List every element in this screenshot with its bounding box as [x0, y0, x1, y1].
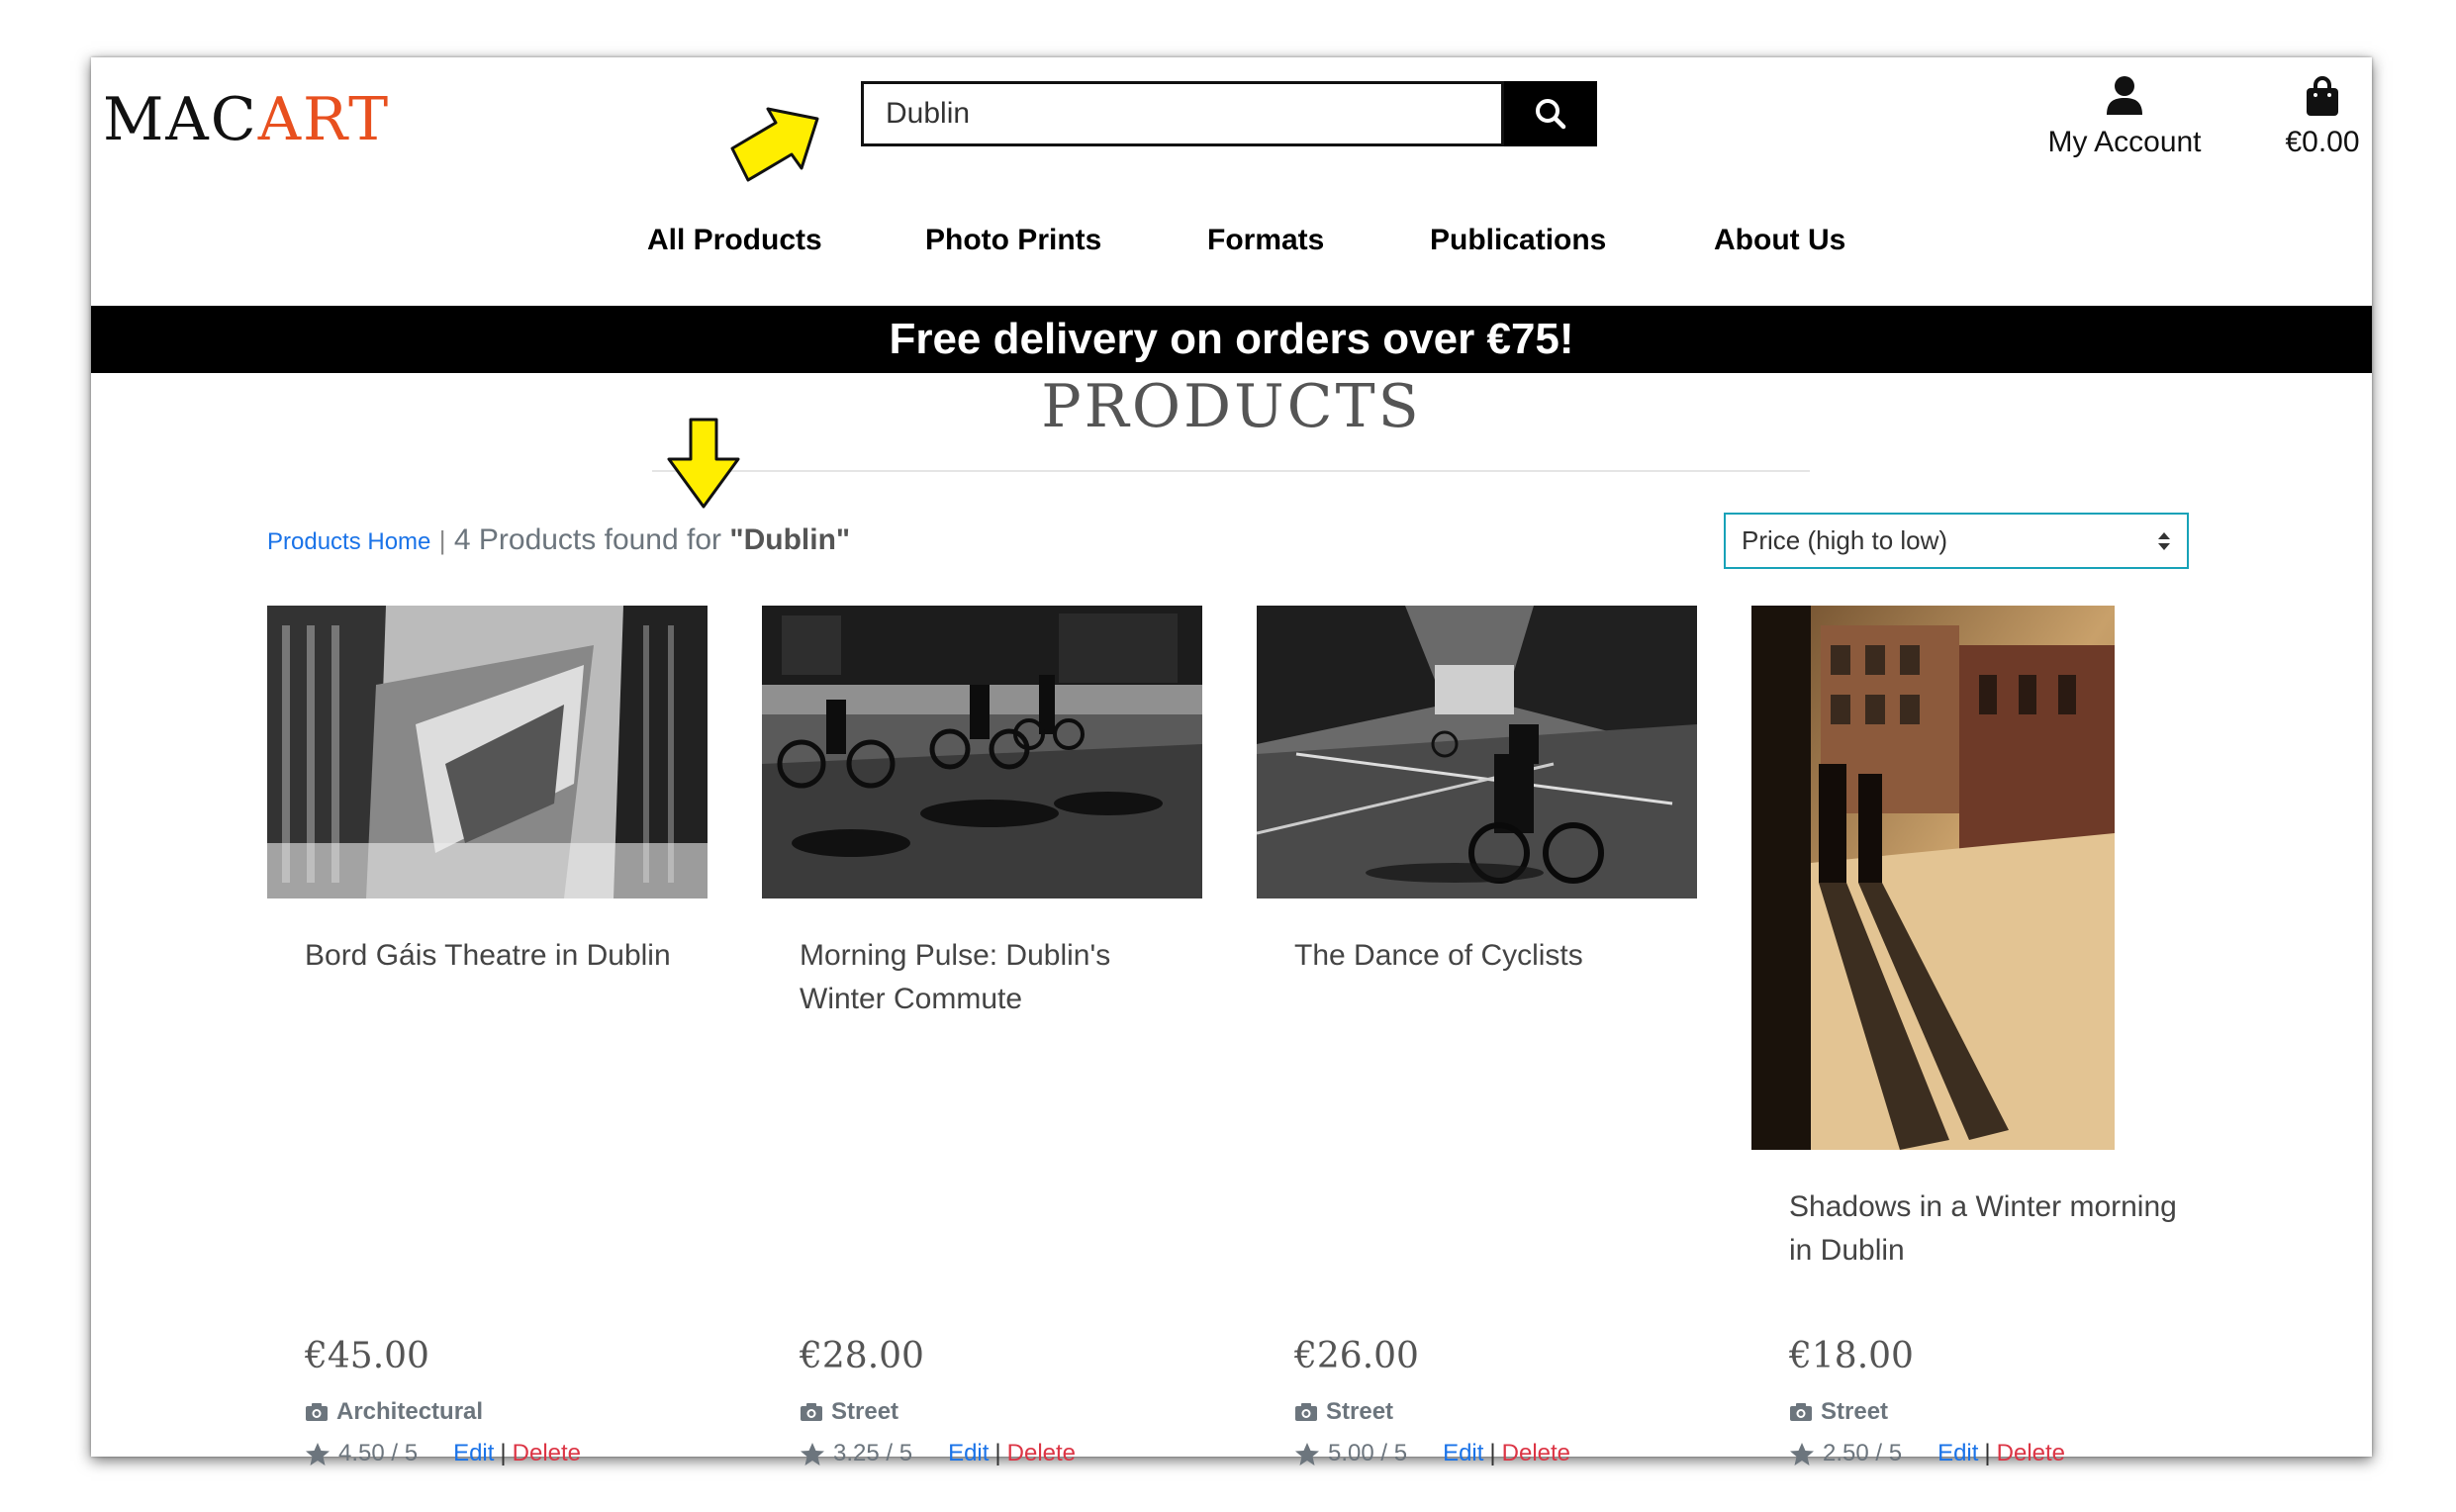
- product-rating: 3.25 / 5: [833, 1440, 913, 1466]
- action-separator: |: [994, 1440, 1001, 1466]
- sort-selected-value: Price (high to low): [1742, 525, 1948, 555]
- logo-text-art: ART: [257, 85, 391, 154]
- product-image-art: [267, 606, 708, 898]
- product-price: €28.00: [800, 1336, 924, 1376]
- product-name[interactable]: Morning Pulse: Dublin's Winter Commute: [800, 934, 1195, 1021]
- shopping-bag-link[interactable]: €0.00: [2268, 75, 2377, 159]
- nav-all-products[interactable]: All Products: [647, 224, 822, 257]
- product-category[interactable]: Street: [1789, 1398, 1888, 1426]
- product-price: €45.00: [305, 1336, 429, 1376]
- product-category[interactable]: Architectural: [305, 1398, 483, 1426]
- product-price: €26.00: [1294, 1336, 1419, 1376]
- product-name[interactable]: Bord Gáis Theatre in Dublin: [305, 934, 701, 978]
- product-card: Morning Pulse: Dublin's Winter Commute €…: [762, 606, 1202, 1466]
- results-query: "Dublin": [729, 523, 851, 556]
- product-image[interactable]: [1257, 606, 1697, 898]
- product-image[interactable]: [267, 606, 708, 898]
- edit-link[interactable]: Edit: [453, 1440, 494, 1467]
- product-category-label: Street: [831, 1398, 899, 1425]
- sort-select[interactable]: Price (high to low): [1724, 513, 2189, 569]
- title-divider: [652, 470, 1810, 472]
- product-rating: 4.50 / 5: [338, 1440, 419, 1466]
- action-separator: |: [1984, 1440, 1991, 1466]
- action-separator: |: [500, 1440, 507, 1466]
- product-card: Bord Gáis Theatre in Dublin €45.00 Archi…: [267, 606, 708, 1466]
- site-logo[interactable]: MACART: [103, 85, 390, 154]
- nav-publications[interactable]: Publications: [1430, 224, 1606, 257]
- logo-text-mac: MAC: [103, 85, 258, 154]
- bag-total: €0.00: [2285, 126, 2360, 158]
- product-image[interactable]: [1751, 606, 2115, 1150]
- breadcrumb-separator: |: [438, 525, 446, 555]
- my-account-link[interactable]: My Account: [2016, 75, 2233, 159]
- nav-formats[interactable]: Formats: [1207, 224, 1324, 257]
- product-category-label: Street: [1821, 1398, 1889, 1425]
- search-field-wrapper: [861, 81, 1504, 146]
- results-summary: Products Home | 4 Products found for "Du…: [267, 523, 850, 557]
- nav-photo-prints[interactable]: Photo Prints: [925, 224, 1101, 257]
- edit-link[interactable]: Edit: [1443, 1440, 1483, 1467]
- delivery-banner: Free delivery on orders over €75!: [91, 306, 2372, 373]
- search-icon: [1536, 99, 1566, 130]
- product-card: The Dance of Cyclists €26.00 Street 5.00…: [1257, 606, 1697, 1466]
- product-card: Shadows in a Winter morning in Dublin €1…: [1751, 606, 2192, 1466]
- annotation-arrow-down-icon: [667, 418, 740, 509]
- product-price: €18.00: [1789, 1336, 1914, 1376]
- products-home-link[interactable]: Products Home: [267, 528, 430, 555]
- star-icon: [1295, 1442, 1319, 1465]
- product-meta: 5.00 / 5 Edit | Delete: [1294, 1440, 1570, 1467]
- star-icon: [1790, 1442, 1814, 1465]
- camera-icon: [306, 1403, 328, 1421]
- user-icon: [2107, 76, 2142, 115]
- star-icon: [801, 1442, 824, 1465]
- delete-link[interactable]: Delete: [1997, 1440, 2065, 1467]
- delete-link[interactable]: Delete: [513, 1440, 581, 1467]
- product-category[interactable]: Street: [800, 1398, 898, 1426]
- star-icon: [306, 1442, 330, 1465]
- shopping-bag-icon: [2307, 76, 2338, 116]
- camera-icon: [801, 1403, 822, 1421]
- product-rating: 2.50 / 5: [1823, 1440, 1903, 1466]
- edit-link[interactable]: Edit: [1937, 1440, 1978, 1467]
- delete-link[interactable]: Delete: [1007, 1440, 1076, 1467]
- product-category-label: Street: [1326, 1398, 1394, 1425]
- camera-icon: [1790, 1403, 1812, 1421]
- edit-link[interactable]: Edit: [948, 1440, 989, 1467]
- action-separator: |: [1489, 1440, 1496, 1466]
- sort-caret-icon: [2157, 531, 2171, 551]
- annotation-arrow-right-icon: [730, 107, 819, 182]
- product-name[interactable]: Shadows in a Winter morning in Dublin: [1789, 1185, 2185, 1273]
- product-name[interactable]: The Dance of Cyclists: [1294, 934, 1690, 978]
- camera-icon: [1295, 1403, 1317, 1421]
- product-meta: 3.25 / 5 Edit | Delete: [800, 1440, 1076, 1467]
- product-image[interactable]: [762, 606, 1202, 898]
- page-frame: MACART My Account €0.00 All Products Pho…: [91, 57, 2372, 1466]
- product-meta: 2.50 / 5 Edit | Delete: [1789, 1440, 2065, 1467]
- product-category[interactable]: Street: [1294, 1398, 1393, 1426]
- results-count: 4 Products found for: [453, 523, 722, 556]
- product-meta: 4.50 / 5 Edit | Delete: [305, 1440, 581, 1467]
- search-button[interactable]: [1504, 81, 1597, 146]
- product-image-art: [1257, 606, 1697, 898]
- my-account-label: My Account: [2047, 126, 2202, 158]
- product-category-label: Architectural: [336, 1398, 484, 1425]
- nav-about-us[interactable]: About Us: [1714, 224, 1845, 257]
- product-image-art: [1751, 606, 2115, 1150]
- product-image-art: [762, 606, 1202, 898]
- delete-link[interactable]: Delete: [1502, 1440, 1570, 1467]
- search-input[interactable]: [864, 84, 1501, 143]
- product-rating: 5.00 / 5: [1328, 1440, 1408, 1466]
- page-title: PRODUCTS: [1041, 372, 1422, 441]
